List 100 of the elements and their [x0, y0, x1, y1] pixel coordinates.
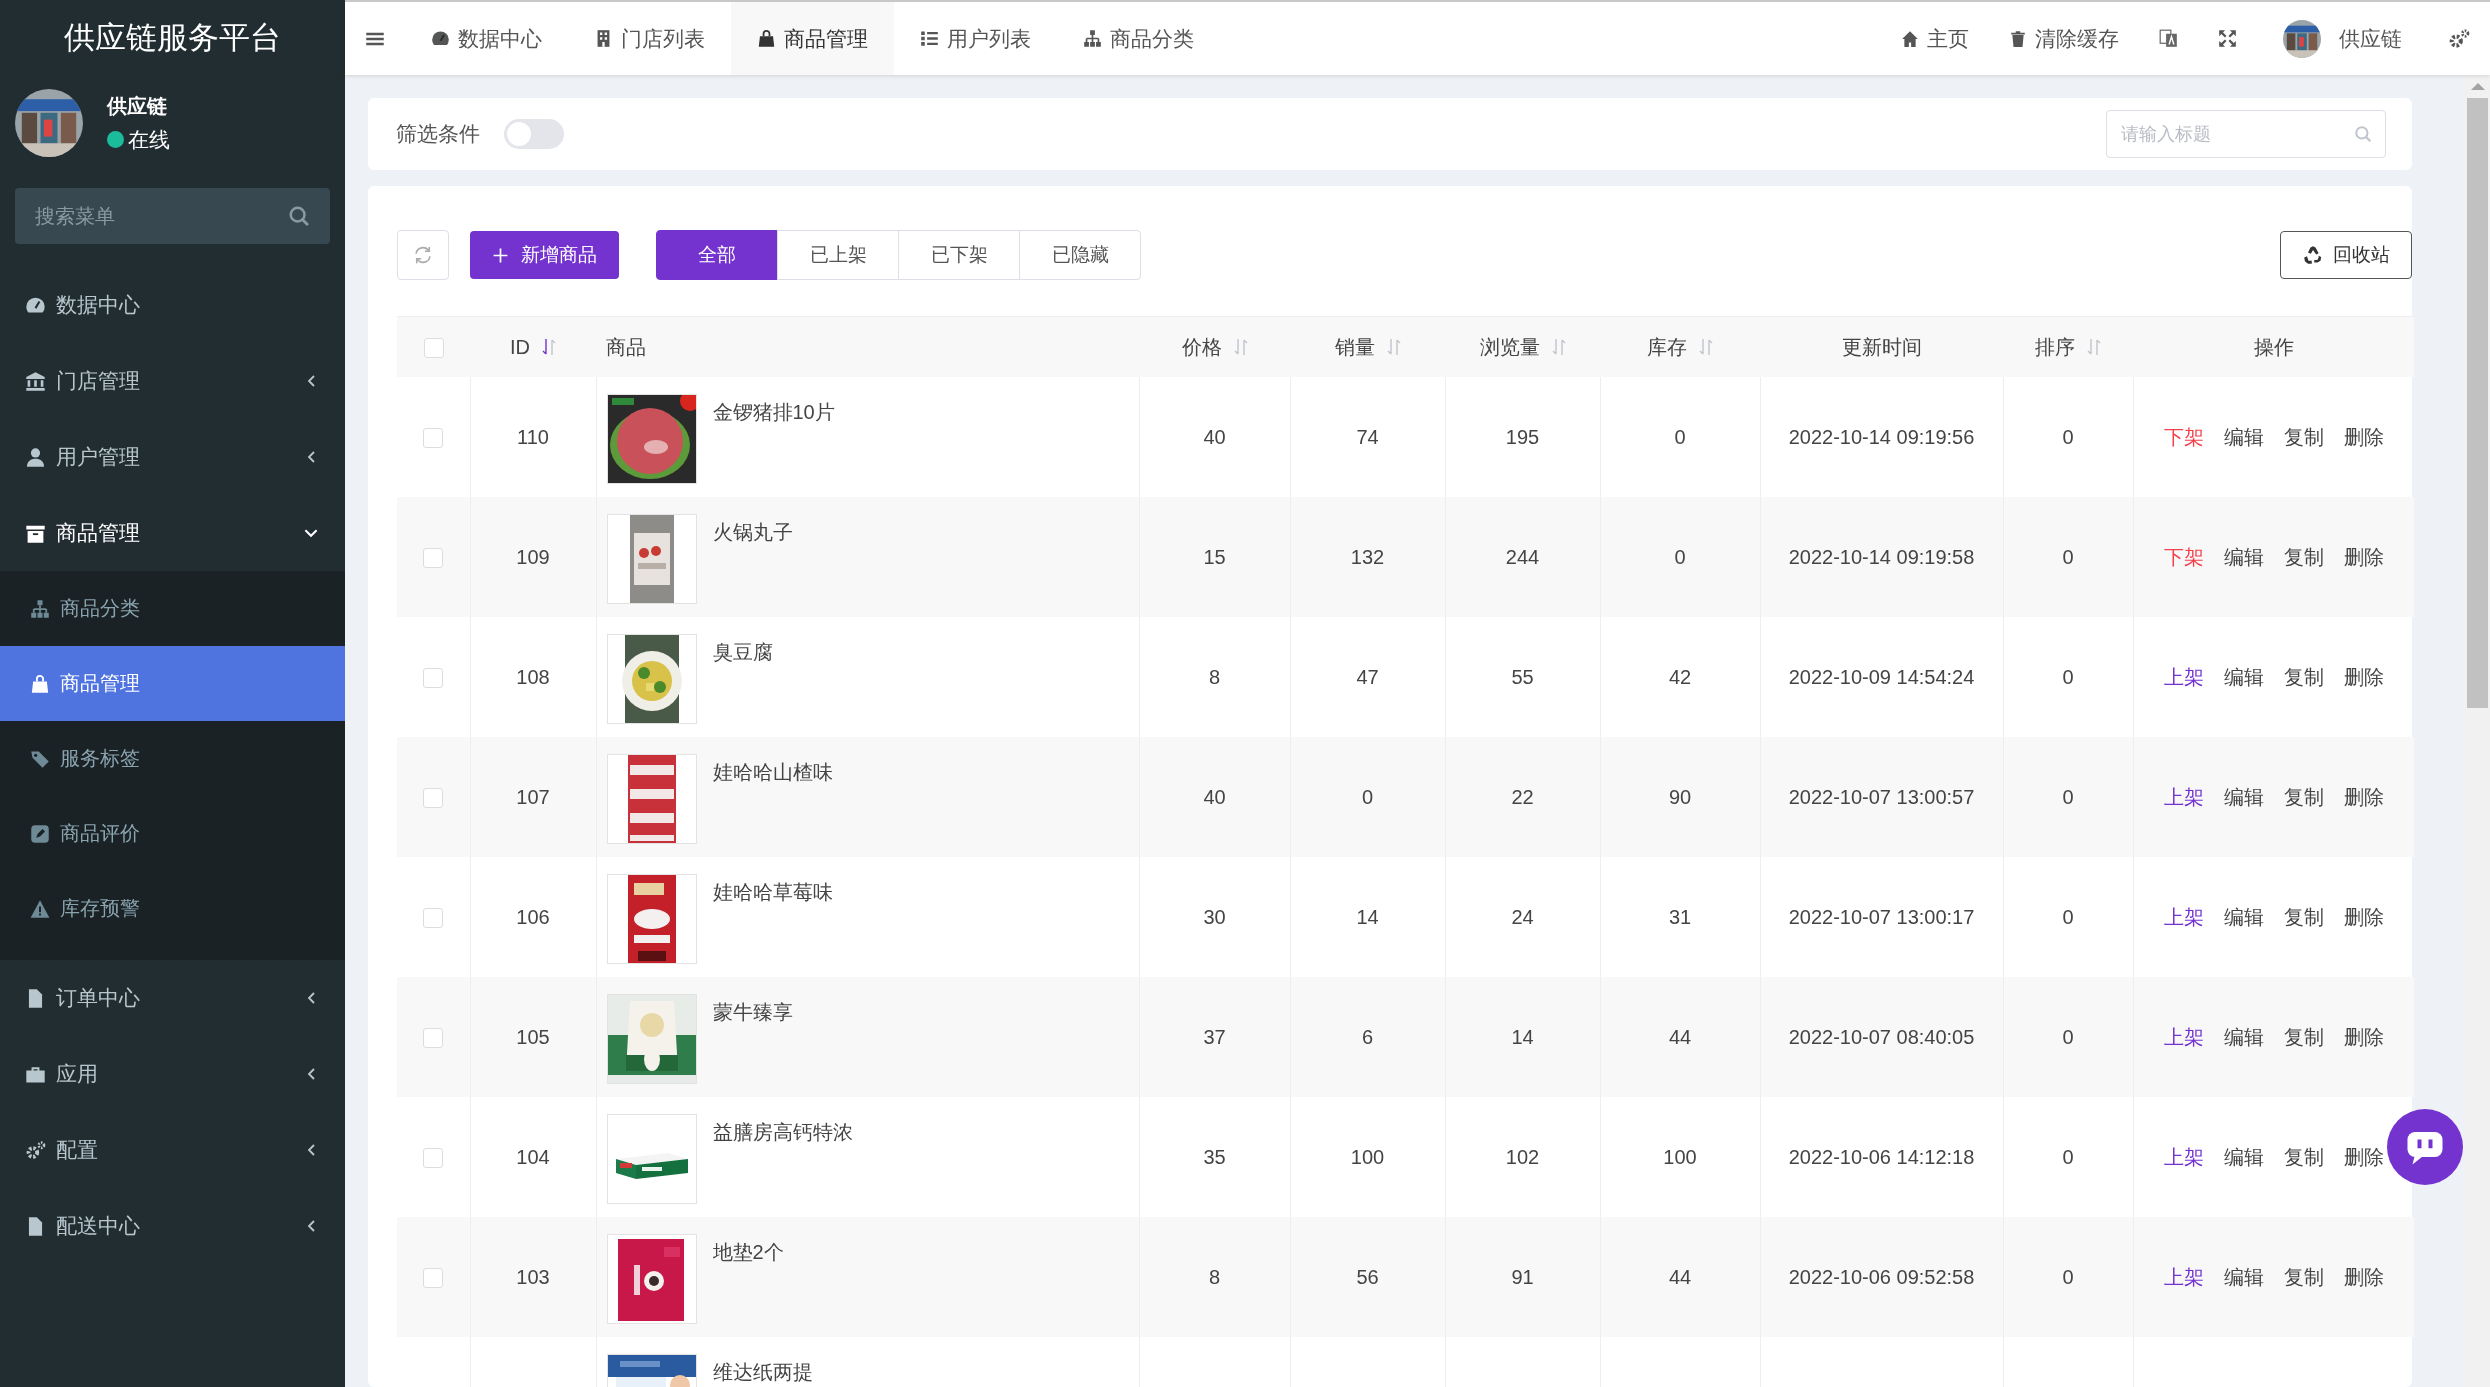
sitemap-icon	[30, 598, 50, 619]
action-link[interactable]: 删除	[2343, 663, 2384, 691]
table-cell: 0	[1674, 545, 1686, 568]
title-search-field[interactable]: 请输入标题	[2106, 110, 2386, 158]
table-cell: 244	[1505, 545, 1540, 568]
plus-icon	[492, 246, 509, 264]
product-name: 娃哈哈草莓味	[712, 880, 833, 904]
filter-toggle[interactable]	[504, 119, 564, 149]
row-checkbox[interactable]	[423, 548, 444, 569]
menu-item[interactable]: 用户管理	[0, 419, 345, 495]
menu-item[interactable]: 商品管理	[0, 495, 345, 571]
action-link[interactable]: 复制	[2283, 663, 2324, 691]
row-checkbox[interactable]	[423, 788, 444, 809]
table-cell: 0	[2062, 1265, 2074, 1288]
list-link[interactable]: 上架	[2163, 1023, 2204, 1051]
nav-tab[interactable]: 门店列表	[568, 2, 731, 75]
action-link[interactable]: 编辑	[2223, 903, 2264, 931]
table-cell: 91	[1511, 1265, 1534, 1288]
nav-tab[interactable]: 数据中心	[405, 2, 568, 75]
status-tab[interactable]: 全部	[656, 230, 778, 280]
sort-icon[interactable]	[1386, 338, 1401, 356]
action-link[interactable]: 编辑	[2223, 1023, 2264, 1051]
scrollbar[interactable]	[2465, 75, 2490, 1387]
sort-icon[interactable]	[2087, 338, 2101, 356]
column-header: ID	[510, 335, 530, 359]
unlist-link[interactable]: 下架	[2163, 423, 2204, 451]
action-link[interactable]: 编辑	[2223, 783, 2264, 811]
product-name: 火锅丸子	[712, 520, 793, 544]
list-link[interactable]: 上架	[2163, 663, 2204, 691]
action-link[interactable]: 复制	[2283, 1263, 2324, 1291]
top-user-name[interactable]: 供应链	[2339, 24, 2402, 53]
top-link[interactable]: 清除缓存	[1989, 2, 2139, 75]
table-cell: 2022-10-07 08:40:05	[1788, 1025, 1975, 1048]
menu-item[interactable]: 订单中心	[0, 960, 345, 1036]
list-link[interactable]: 上架	[2163, 1263, 2204, 1291]
menu-item[interactable]: 配送中心	[0, 1188, 345, 1264]
row-checkbox[interactable]	[423, 428, 444, 449]
action-link[interactable]: 复制	[2283, 903, 2324, 931]
list-link[interactable]: 上架	[2163, 1143, 2204, 1171]
row-checkbox[interactable]	[423, 1028, 444, 1049]
list-link[interactable]: 上架	[2163, 903, 2204, 931]
table-cell: 37	[1203, 1025, 1226, 1048]
menu-item[interactable]: 数据中心	[0, 267, 345, 343]
search-icon	[2354, 125, 2372, 143]
submenu-item[interactable]: 商品评价	[0, 796, 345, 871]
action-link[interactable]: 删除	[2343, 1263, 2384, 1291]
menu-item[interactable]: 门店管理	[0, 343, 345, 419]
action-link[interactable]: 编辑	[2223, 423, 2264, 451]
action-link[interactable]: 复制	[2283, 1023, 2324, 1051]
status-tab[interactable]: 已下架	[898, 230, 1020, 280]
action-link[interactable]: 编辑	[2223, 1143, 2264, 1171]
action-link[interactable]: 删除	[2343, 543, 2384, 571]
submenu-item[interactable]: 商品分类	[0, 571, 345, 646]
bag-icon	[757, 29, 776, 48]
action-link[interactable]: 编辑	[2223, 663, 2264, 691]
action-link[interactable]: 复制	[2283, 543, 2324, 571]
sort-icon[interactable]	[1551, 338, 1566, 356]
nav-tab[interactable]: 用户列表	[894, 2, 1057, 75]
submenu-item[interactable]: 库存预警	[0, 871, 345, 946]
recycle-bin-button[interactable]: 回收站	[2280, 231, 2412, 279]
action-link[interactable]: 复制	[2283, 1143, 2324, 1171]
column-header: 价格	[1181, 334, 1222, 360]
table-cell: 0	[2062, 905, 2074, 928]
menu-item[interactable]: 配置	[0, 1112, 345, 1188]
submenu-item[interactable]: 商品管理	[0, 646, 345, 721]
sort-icon[interactable]	[542, 338, 556, 356]
table-cell: 14	[1511, 1025, 1534, 1048]
action-link[interactable]: 删除	[2343, 1143, 2384, 1171]
table-cell: 2022-10-14 09:19:56	[1788, 425, 1975, 448]
column-header: 库存	[1647, 334, 1687, 360]
action-link[interactable]: 删除	[2343, 1023, 2384, 1051]
select-all-checkbox[interactable]	[423, 338, 444, 359]
column-header: 商品	[606, 334, 646, 360]
row-checkbox[interactable]	[423, 1268, 444, 1289]
action-link[interactable]: 删除	[2343, 783, 2384, 811]
top-link[interactable]: 主页	[1881, 2, 1989, 75]
row-checkbox[interactable]	[423, 908, 444, 929]
action-link[interactable]: 复制	[2283, 783, 2324, 811]
menu-item[interactable]: 应用	[0, 1036, 345, 1112]
submenu-item[interactable]: 服务标签	[0, 721, 345, 796]
sort-icon[interactable]	[1233, 338, 1248, 356]
status-tab[interactable]: 已上架	[777, 230, 899, 280]
action-link[interactable]: 删除	[2343, 903, 2384, 931]
row-checkbox[interactable]	[423, 668, 444, 689]
refresh-button[interactable]	[397, 230, 449, 280]
row-checkbox[interactable]	[423, 1148, 444, 1169]
sort-icon[interactable]	[1699, 338, 1713, 356]
table-cell: 6	[1361, 1025, 1374, 1048]
table-cell: 106	[516, 905, 550, 928]
nav-tab[interactable]: 商品分类	[1057, 2, 1220, 75]
nav-tab[interactable]: 商品管理	[731, 2, 894, 75]
list-link[interactable]: 上架	[2163, 783, 2204, 811]
status-tab[interactable]: 已隐藏	[1019, 230, 1141, 280]
action-link[interactable]: 复制	[2283, 423, 2324, 451]
action-link[interactable]: 编辑	[2223, 1263, 2264, 1291]
product-name: 地垫2个	[712, 1240, 784, 1264]
action-link[interactable]: 编辑	[2223, 543, 2264, 571]
add-product-button[interactable]: 新增商品	[470, 231, 619, 279]
menu-search-field[interactable]: 搜索菜单	[15, 188, 330, 244]
action-link[interactable]: 删除	[2343, 423, 2384, 451]
